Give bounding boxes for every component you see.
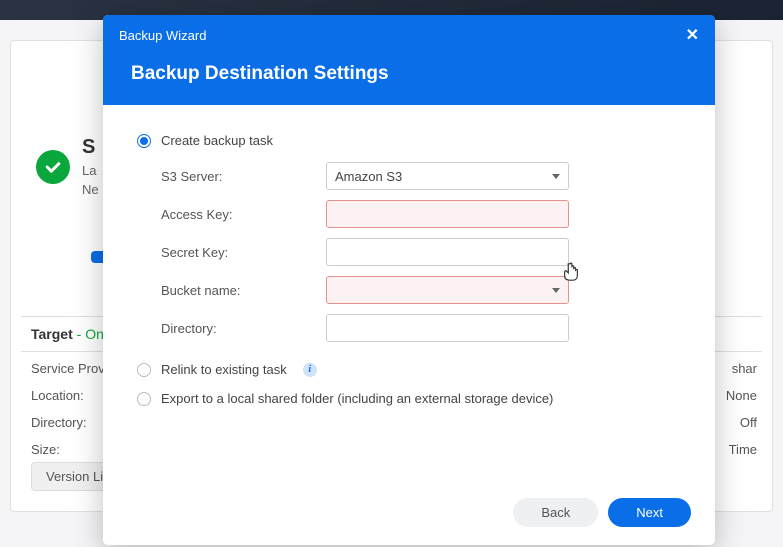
detail-provider: Service Provic [31, 361, 114, 376]
radio-label: Export to a local shared folder (includi… [161, 391, 553, 406]
s3-server-value: Amazon S3 [335, 169, 402, 184]
chevron-down-icon [552, 174, 560, 179]
radio-relink-existing-task[interactable]: Relink to existing task i [137, 362, 681, 377]
modal-title: Backup Wizard [119, 28, 206, 43]
detail-location: Location: [31, 388, 114, 403]
status-line-2: Ne [82, 182, 99, 197]
radio-icon [137, 392, 151, 406]
radio-create-backup-task[interactable]: Create backup task [137, 133, 681, 148]
close-icon[interactable]: ✕ [686, 25, 699, 45]
status-title: S [82, 136, 99, 159]
right-time: Time [726, 442, 757, 457]
directory-label: Directory: [161, 321, 326, 336]
modal-footer: Back Next [103, 484, 715, 545]
chevron-down-icon [552, 288, 560, 293]
success-check-icon [36, 150, 70, 184]
radio-icon [137, 134, 151, 148]
right-shar: shar [726, 361, 757, 376]
next-button[interactable]: Next [608, 498, 691, 527]
info-icon[interactable]: i [303, 363, 317, 377]
radio-export-local-folder[interactable]: Export to a local shared folder (includi… [137, 391, 681, 406]
modal-body: Create backup task S3 Server: Amazon S3 … [103, 105, 715, 484]
radio-icon [137, 363, 151, 377]
access-key-input[interactable] [326, 200, 569, 228]
s3-server-select[interactable]: Amazon S3 [326, 162, 569, 190]
secret-key-label: Secret Key: [161, 245, 326, 260]
target-status: - On [77, 326, 104, 342]
radio-label: Relink to existing task [161, 362, 287, 377]
bucket-name-select[interactable] [326, 276, 569, 304]
bucket-name-label: Bucket name: [161, 283, 326, 298]
target-label: Target [31, 326, 73, 342]
modal-titlebar: Backup Wizard ✕ [103, 15, 715, 55]
radio-label: Create backup task [161, 133, 273, 148]
detail-size: Size: [31, 442, 114, 457]
directory-input[interactable] [326, 314, 569, 342]
access-key-label: Access Key: [161, 207, 326, 222]
s3-server-label: S3 Server: [161, 169, 326, 184]
back-button[interactable]: Back [513, 498, 598, 527]
status-line-1: La [82, 163, 99, 178]
modal-heading: Backup Destination Settings [103, 55, 715, 105]
create-task-form: S3 Server: Amazon S3 Access Key: Secret … [161, 162, 681, 342]
backup-wizard-modal: Backup Wizard ✕ Backup Destination Setti… [103, 15, 715, 545]
secret-key-input[interactable] [326, 238, 569, 266]
right-none: None [726, 388, 757, 403]
detail-directory: Directory: [31, 415, 114, 430]
right-off: Off [726, 415, 757, 430]
